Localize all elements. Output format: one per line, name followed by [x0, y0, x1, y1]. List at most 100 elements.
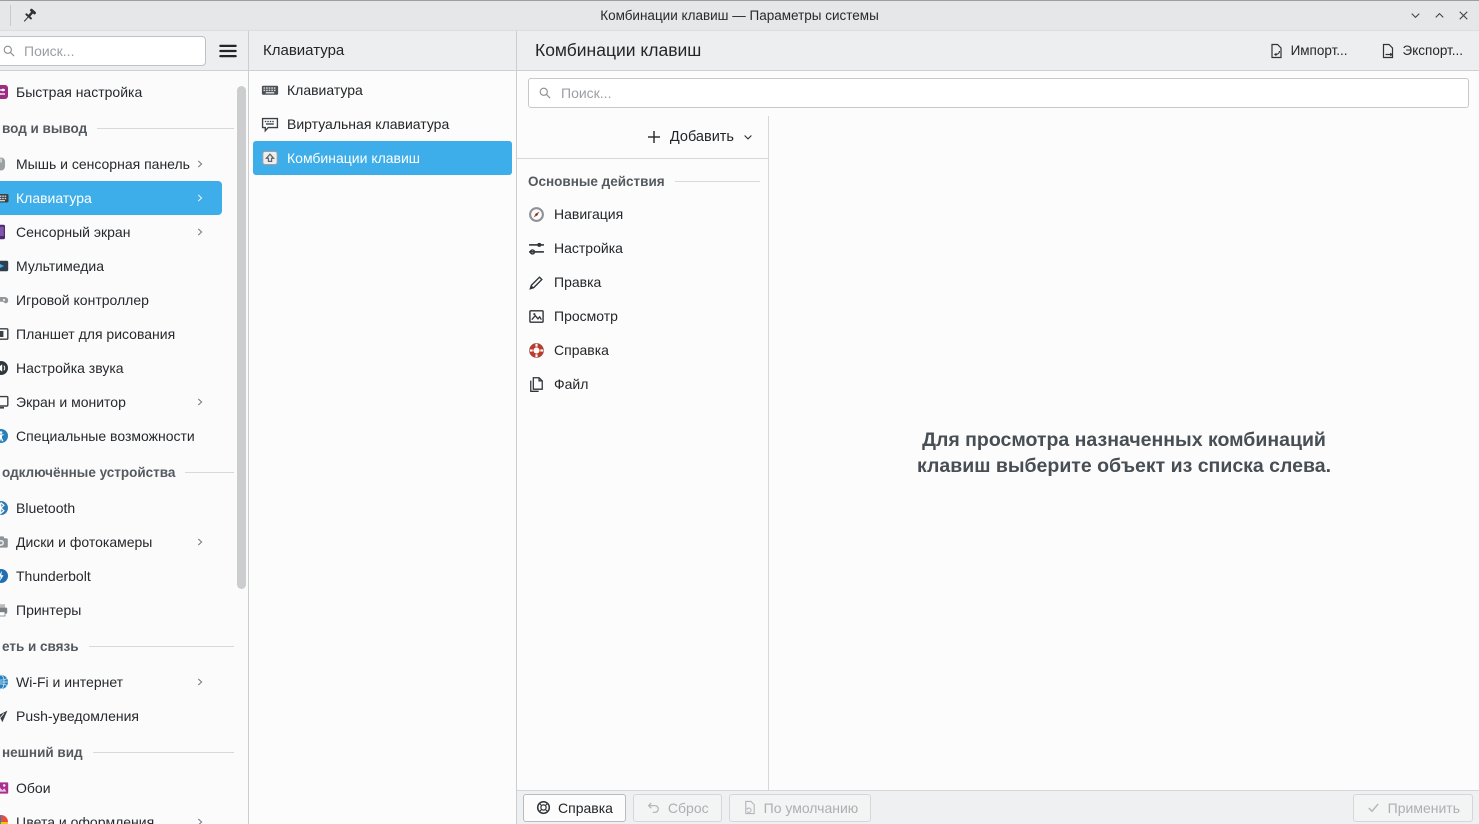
add-application-button[interactable]: Добавить [636, 123, 764, 151]
sidebar-item-wifi[interactable]: Wi-Fi и интернет [0, 665, 222, 699]
multimedia-icon [0, 258, 9, 274]
category-item-files[interactable]: Файл [517, 367, 768, 401]
chevron-right-icon [193, 675, 207, 689]
sidebar-item-label: Принтеры [16, 602, 82, 618]
subcategory-item-keyboard2[interactable]: Клавиатура [253, 73, 512, 107]
chevron-right-icon [193, 815, 207, 824]
sidebar-item-touchscreen[interactable]: Сенсорный экран [0, 215, 222, 249]
sidebar-item-drawing-tablet[interactable]: Планшет для рисования [0, 317, 222, 351]
category-item-settings-sliders[interactable]: Настройка [517, 231, 768, 265]
chevron-right-icon [193, 535, 207, 549]
reset-button[interactable]: Сброс [632, 793, 722, 822]
import-button[interactable]: Импорт... [1262, 39, 1354, 63]
sidebar-item-sound[interactable]: Настройка звука [0, 351, 222, 385]
image-view-icon [528, 308, 545, 325]
sidebar-item-mouse[interactable]: Мышь и сенсорная панель [0, 147, 222, 181]
section-divider [88, 645, 234, 647]
virtual-keyboard-icon [261, 115, 279, 133]
apply-button[interactable]: Применить [1352, 793, 1473, 822]
sidebar-item-disks-cameras[interactable]: Диски и фотокамеры [0, 525, 222, 559]
subcategory-item-virtual-keyboard[interactable]: Виртуальная клавиатура [253, 107, 512, 141]
subcategory-item-label: Клавиатура [287, 82, 363, 98]
sidebar-item-accessibility[interactable]: Специальные возможности [0, 419, 222, 453]
sidebar-item-colors[interactable]: Цвета и оформления [0, 805, 222, 824]
sidebar-section-label: нешний вид [2, 744, 83, 760]
game-controller-icon [0, 292, 9, 308]
sidebar-item-label: Bluetooth [16, 500, 76, 516]
section-divider [185, 471, 234, 473]
sidebar-item-label: Клавиатура [16, 190, 92, 206]
defaults-button-label: По умолчанию [763, 799, 859, 816]
add-button-label: Добавить [669, 129, 734, 145]
minimize-button[interactable] [1408, 8, 1423, 23]
sidebar-item-label: Цвета и оформления [16, 814, 155, 824]
sidebar-section-label: одключённые устройства [2, 464, 176, 480]
subcategory-item-shortcut-key[interactable]: Комбинации клавиш [253, 141, 512, 175]
maximize-button[interactable] [1432, 8, 1447, 23]
pencil-icon [528, 274, 545, 291]
sidebar-nav: Быстрая настройка вод и вывод Мышь и сенсо… [0, 71, 248, 824]
category-item-pencil[interactable]: Правка [517, 265, 768, 299]
header-strip: Клавиатура Комбинации клавиш Импорт... Э… [0, 31, 1479, 71]
check-icon [1366, 800, 1381, 815]
export-button-label: Экспорт... [1402, 43, 1463, 58]
sidebar-scrollbar[interactable] [237, 86, 246, 589]
plus-icon [646, 129, 662, 145]
defaults-button[interactable]: По умолчанию [728, 793, 872, 822]
shortcut-key-icon [261, 149, 279, 167]
drawing-tablet-icon [0, 326, 9, 342]
sidebar-item-wallpaper[interactable]: Обои [0, 771, 222, 805]
empty-state-message: Для просмотра назначенных комбинаций кла… [917, 427, 1331, 479]
sidebar-search-input[interactable] [22, 42, 205, 60]
category-section-label: Основные действия [528, 173, 665, 189]
sidebar-item-label: Сенсорный экран [16, 224, 131, 240]
sidebar-item-thunderbolt[interactable]: Thunderbolt [0, 559, 222, 593]
category-item-label: Просмотр [554, 308, 618, 324]
sidebar-item-printers[interactable]: Принтеры [0, 593, 222, 627]
disks-cameras-icon [0, 534, 9, 550]
column2-title: Клавиатура [263, 42, 345, 59]
header-toolbar: Импорт... Экспорт... [1262, 39, 1469, 63]
sidebar-item-quick-settings[interactable]: Быстрая настройка [0, 75, 222, 109]
hamburger-menu-button[interactable] [214, 37, 242, 65]
window-title: Комбинации клавиш — Параметры системы [600, 8, 879, 23]
page-header: Комбинации клавиш Импорт... Экспорт... [517, 31, 1479, 70]
keyboard-icon [0, 190, 9, 206]
category-item-image-view[interactable]: Просмотр [517, 299, 768, 333]
close-button[interactable] [1456, 8, 1471, 23]
sidebar-item-push-notifications[interactable]: Push-уведомления [0, 699, 222, 733]
sidebar-item-bluetooth[interactable]: Bluetooth [0, 491, 222, 525]
thunderbolt-icon [0, 568, 9, 584]
chevron-down-icon [742, 131, 754, 143]
shortcut-search[interactable] [528, 78, 1469, 108]
push-notifications-icon [0, 708, 9, 724]
category-section-header: Основные действия [517, 165, 768, 197]
sidebar-item-label: Экран и монитор [16, 394, 126, 410]
sidebar-item-display[interactable]: Экран и монитор [0, 385, 222, 419]
search-icon [2, 44, 16, 58]
category-item-lifebuoy[interactable]: Справка [517, 333, 768, 367]
section-divider [674, 180, 760, 182]
system-settings-window: Комбинации клавиш — Параметры системы Кл… [0, 0, 1479, 824]
help-button[interactable]: Справка [523, 793, 626, 822]
sidebar-item-keyboard[interactable]: Клавиатура [0, 181, 222, 215]
sidebar-search[interactable] [0, 36, 206, 66]
category-item-compass[interactable]: Навигация [517, 197, 768, 231]
sidebar-item-label: Мышь и сенсорная панель [16, 156, 190, 172]
content: Быстрая настройка вод и вывод Мышь и сенсо… [0, 71, 1479, 824]
window-controls [1408, 8, 1479, 23]
export-button[interactable]: Экспорт... [1374, 39, 1469, 63]
titlebar: Комбинации клавиш — Параметры системы [0, 1, 1479, 31]
subcategory-item-label: Комбинации клавиш [287, 150, 421, 166]
category-item-label: Навигация [554, 206, 624, 222]
sidebar-item-multimedia[interactable]: Мультимедиа [0, 249, 222, 283]
shortcut-search-input[interactable] [559, 84, 1468, 102]
sidebar-item-game-controller[interactable]: Игровой контроллер [0, 283, 222, 317]
empty-state-line1: Для просмотра назначенных комбинаций [922, 429, 1326, 451]
main-body: Добавить Основные действия Навигация Наст… [517, 116, 1479, 790]
add-row: Добавить [517, 116, 768, 159]
compass-icon [528, 206, 545, 223]
sidebar-item-label: Thunderbolt [16, 568, 91, 584]
chevron-right-icon [193, 157, 207, 171]
pin-icon[interactable] [20, 7, 38, 25]
